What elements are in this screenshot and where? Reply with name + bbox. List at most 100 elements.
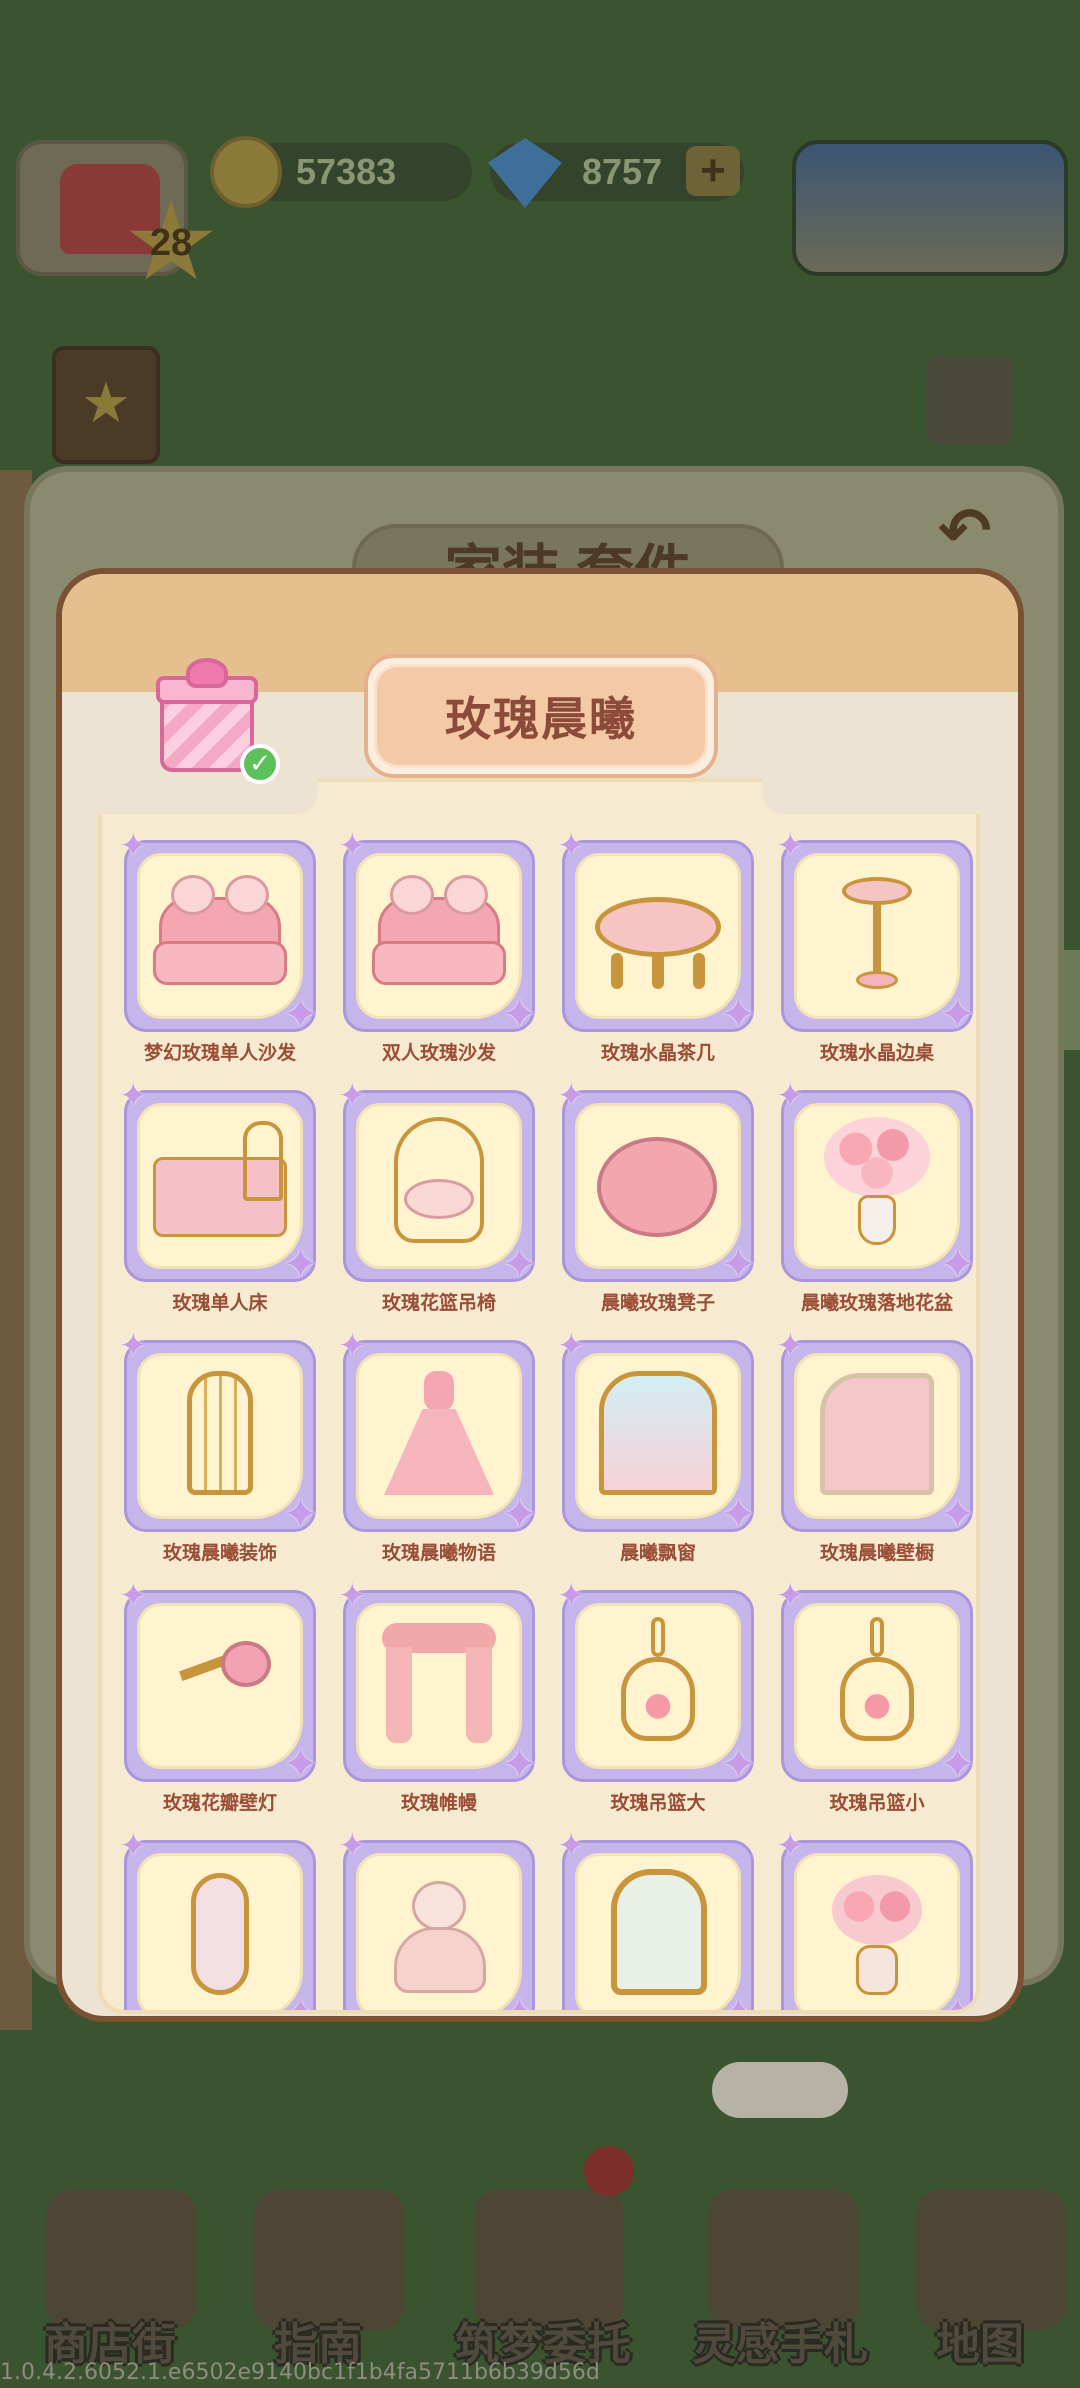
scene-preview-button[interactable] bbox=[792, 140, 1068, 276]
set-title-plate: 玫瑰晨曦 bbox=[364, 654, 718, 778]
sparkle-icon: ✦ bbox=[282, 989, 319, 1040]
item-name: 玫瑰花瓣壁灯 bbox=[162, 1793, 277, 1814]
favorites-book-button[interactable]: ★ bbox=[52, 346, 160, 464]
player-level: 28 bbox=[149, 221, 193, 264]
nav-shop[interactable]: 商店街 bbox=[10, 2168, 210, 2388]
sparkle-icon: ✦ bbox=[119, 1826, 148, 1866]
nav-inspiration-label: 灵感手札 bbox=[692, 2320, 868, 2369]
item-name: 晨曦飘窗 bbox=[619, 1543, 696, 1564]
furniture-card[interactable]: ✦✦ bbox=[338, 829, 538, 1037]
notification-badge bbox=[584, 2146, 634, 2196]
item-name: 玫瑰水晶茶几 bbox=[600, 1043, 715, 1064]
furniture-item[interactable]: ✦✦ bbox=[338, 1829, 538, 2011]
sparkle-icon: ✦ bbox=[338, 1076, 367, 1116]
furniture-card[interactable]: ✦✦ bbox=[557, 1829, 757, 2010]
furniture-card[interactable]: ✦✦ bbox=[776, 1829, 976, 2011]
pot-icon bbox=[810, 1867, 944, 2001]
item-name: 玫瑰晨曦壁橱 bbox=[819, 1543, 934, 1564]
furniture-item[interactable]: ✦ ✦ 晨曦玫瑰落地花盆 bbox=[776, 1079, 976, 1316]
side-icon bbox=[810, 867, 944, 1001]
sparkle-icon: ✦ bbox=[338, 1826, 367, 1866]
storage-box-icon[interactable] bbox=[926, 356, 1014, 444]
gift-box-icon[interactable]: ✓ bbox=[156, 658, 280, 784]
lamp-icon bbox=[153, 1617, 287, 1751]
sparkle-icon: ✦ bbox=[557, 1576, 586, 1616]
furniture-item[interactable]: ✦✦ bbox=[557, 1829, 757, 2010]
bed-icon bbox=[153, 1117, 287, 1251]
item-name: 玫瑰晨曦装饰 bbox=[162, 1543, 277, 1564]
furniture-card[interactable]: ✦✦ bbox=[776, 1579, 976, 1787]
sparkle-icon: ✦ bbox=[776, 1326, 805, 1366]
sparkle-icon: ✦ bbox=[282, 1739, 319, 1790]
set-title: 玫瑰晨曦 bbox=[374, 664, 708, 768]
nav-guide[interactable]: 指南 bbox=[218, 2168, 418, 2388]
table-icon bbox=[591, 867, 725, 1001]
furniture-item[interactable]: ✦✦ bbox=[776, 1829, 976, 2011]
undo-arrow-icon[interactable]: ↶ bbox=[938, 500, 1002, 564]
sparkle-icon: ✦ bbox=[557, 1326, 586, 1366]
add-gems-button[interactable]: + bbox=[686, 146, 740, 196]
furniture-item[interactable]: ✦ ✦ 晨曦飘窗 bbox=[557, 1329, 757, 1566]
item-name: 晨曦玫瑰落地花盆 bbox=[800, 1293, 953, 1314]
furniture-card[interactable]: ✦✦ bbox=[557, 1329, 757, 1537]
curtain-icon bbox=[372, 1617, 506, 1751]
item-name: 双人玫瑰沙发 bbox=[381, 1043, 496, 1064]
furniture-card[interactable]: ✦✦ bbox=[119, 1329, 319, 1537]
sparkle-icon: ✦ bbox=[119, 1076, 148, 1116]
furniture-item[interactable]: ✦ ✦ 玫瑰花瓣壁灯 bbox=[119, 1579, 319, 1816]
furniture-item[interactable]: ✦ ✦ 玫瑰帷幔 bbox=[338, 1579, 538, 1816]
furniture-card[interactable]: ✦✦ bbox=[776, 1329, 976, 1537]
furniture-item[interactable]: ✦✦ bbox=[119, 1829, 319, 2011]
furniture-item[interactable]: ✦ ✦ 玫瑰水晶边桌 bbox=[776, 829, 976, 1066]
furniture-item[interactable]: ✦ ✦ 玫瑰吊篮大 bbox=[557, 1579, 757, 1816]
coin-icon bbox=[210, 136, 282, 208]
furniture-card[interactable]: ✦✦ bbox=[119, 1079, 319, 1287]
dress-icon bbox=[372, 1367, 506, 1501]
check-icon: ✓ bbox=[240, 744, 280, 784]
furniture-card[interactable]: ✦✦ bbox=[776, 829, 976, 1037]
furniture-card[interactable]: ✦✦ bbox=[338, 1579, 538, 1787]
sparkle-icon: ✦ bbox=[282, 1993, 319, 2011]
furniture-card[interactable]: ✦✦ bbox=[338, 1079, 538, 1287]
item-name: 梦幻玫瑰单人沙发 bbox=[143, 1043, 296, 1064]
furniture-item[interactable]: ✦ ✦ 玫瑰花篮吊椅 bbox=[338, 1079, 538, 1316]
player-level-badge: ★ 28 bbox=[126, 195, 216, 291]
sparkle-icon: ✦ bbox=[939, 1489, 976, 1540]
furniture-item[interactable]: ✦ ✦ 玫瑰晨曦物语 bbox=[338, 1329, 538, 1566]
furniture-item[interactable]: ✦ ✦ 玫瑰晨曦壁橱 bbox=[776, 1329, 976, 1566]
sparkle-icon: ✦ bbox=[119, 826, 148, 866]
furniture-card[interactable]: ✦✦ bbox=[119, 1829, 319, 2011]
furniture-card[interactable]: ✦✦ bbox=[557, 829, 757, 1037]
nav-commission[interactable]: 筑梦委托 bbox=[434, 2168, 652, 2388]
sparkle-icon: ✦ bbox=[776, 1826, 805, 1866]
furniture-item[interactable]: ✦ ✦ 玫瑰单人床 bbox=[119, 1079, 319, 1316]
furniture-item[interactable]: ✦ ✦ 玫瑰水晶茶几 bbox=[557, 829, 757, 1066]
sparkle-icon: ✦ bbox=[720, 1239, 757, 1290]
furniture-card[interactable]: ✦✦ bbox=[338, 1829, 538, 2011]
furniture-item[interactable]: ✦ ✦ 梦幻玫瑰单人沙发 bbox=[119, 829, 319, 1066]
furniture-card[interactable]: ✦✦ bbox=[557, 1079, 757, 1287]
furniture-card[interactable]: ✦✦ bbox=[119, 829, 319, 1037]
furniture-card[interactable]: ✦✦ bbox=[557, 1579, 757, 1787]
furniture-card[interactable]: ✦✦ bbox=[776, 1079, 976, 1287]
nav-inspiration[interactable]: 灵感手札 bbox=[668, 2168, 892, 2388]
bigmirror-icon bbox=[591, 1867, 725, 2001]
furniture-card[interactable]: ✦✦ bbox=[338, 1329, 538, 1537]
sparkle-icon: ✦ bbox=[939, 1993, 976, 2011]
items-scroll-area[interactable]: ✦ ✦ 梦幻玫瑰单人沙发 ✦ ✦ 双人玫瑰沙发 ✦ ✦ 玫瑰水晶茶几 ✦ ✦ 玫瑰水晶边桌 ✦ ✦ 玫瑰单人… bbox=[98, 778, 980, 2014]
furniture-item[interactable]: ✦ ✦ 玫瑰吊篮小 bbox=[776, 1579, 976, 1816]
furniture-item[interactable]: ✦ ✦ 晨曦玫瑰凳子 bbox=[557, 1079, 757, 1316]
nav-map[interactable]: 地图 bbox=[880, 2168, 1080, 2388]
item-name: 玫瑰晨曦物语 bbox=[381, 1543, 496, 1564]
item-name: 玫瑰单人床 bbox=[172, 1293, 268, 1314]
wardrobe-icon bbox=[810, 1367, 944, 1501]
content-tab-notch-left bbox=[98, 774, 318, 814]
sparkle-icon: ✦ bbox=[338, 1576, 367, 1616]
furniture-card[interactable]: ✦✦ bbox=[119, 1579, 319, 1787]
sparkle-icon: ✦ bbox=[501, 1993, 538, 2011]
furniture-item[interactable]: ✦ ✦ 玫瑰晨曦装饰 bbox=[119, 1329, 319, 1566]
item-name: 晨曦玫瑰凳子 bbox=[600, 1293, 715, 1314]
item-name: 玫瑰帷幔 bbox=[400, 1793, 477, 1814]
furniture-item[interactable]: ✦ ✦ 双人玫瑰沙发 bbox=[338, 829, 538, 1066]
gem-amount: 8757 bbox=[582, 151, 663, 192]
